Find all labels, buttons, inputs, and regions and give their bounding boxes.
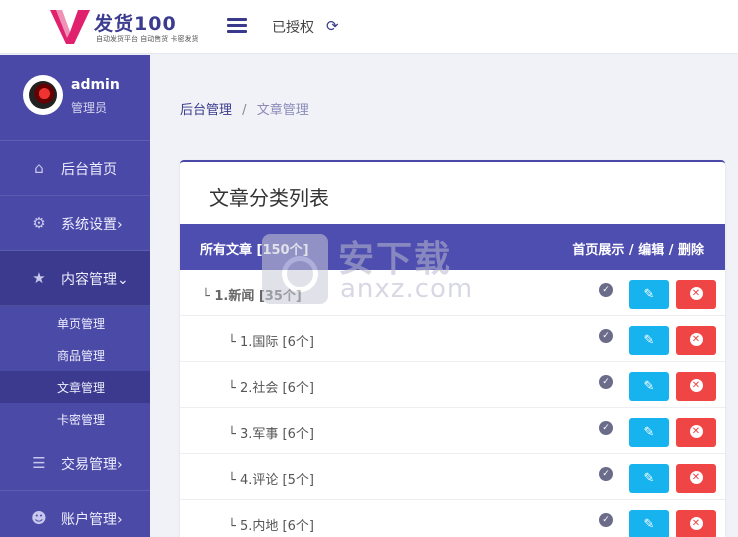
edit-button[interactable]: ✎ bbox=[629, 280, 669, 309]
category-label[interactable]: └ 3.军事 [6个] bbox=[228, 423, 314, 442]
logo-text: 发货100 bbox=[94, 13, 177, 35]
edit-button[interactable]: ✎ bbox=[629, 372, 669, 401]
refresh-icon[interactable]: ⟳ bbox=[326, 17, 339, 35]
delete-icon: ✕ bbox=[689, 287, 703, 300]
edit-button[interactable]: ✎ bbox=[629, 510, 669, 537]
header-all-articles[interactable]: 所有文章 [150个] bbox=[200, 239, 309, 258]
breadcrumb-current: 文章管理 bbox=[256, 103, 309, 118]
category-label[interactable]: └ 5.内地 [6个] bbox=[228, 515, 314, 534]
auth-status: 已授权 bbox=[272, 20, 314, 36]
breadcrumb-separator: / bbox=[242, 103, 247, 118]
table-row: └ 3.军事 [6个] ✓ ✎ ✕ bbox=[180, 408, 725, 454]
logo[interactable]: 发货100 自动发货平台 自动售货 卡密发货 bbox=[50, 8, 198, 46]
chevron-down-icon: ⌄ bbox=[117, 272, 129, 288]
category-label[interactable]: └ 1.国际 [6个] bbox=[228, 331, 314, 350]
chevron-right-icon: › bbox=[117, 512, 123, 528]
category-list-card: 文章分类列表 所有文章 [150个] 首页展示 / 编辑 / 删除 └ 1.新闻… bbox=[180, 160, 725, 537]
submenu-item-products[interactable]: 商品管理 bbox=[0, 339, 150, 371]
sidebar-item-label: 后台首页 bbox=[61, 162, 117, 178]
edit-button[interactable]: ✎ bbox=[629, 418, 669, 447]
homepage-check-icon[interactable]: ✓ bbox=[599, 283, 613, 297]
logo-mark-icon bbox=[50, 10, 90, 44]
edit-icon: ✎ bbox=[643, 333, 655, 348]
table-header: 所有文章 [150个] 首页展示 / 编辑 / 删除 bbox=[180, 224, 725, 270]
header-actions: 首页展示 / 编辑 / 删除 bbox=[572, 243, 704, 258]
users-icon: ☻ bbox=[31, 509, 47, 527]
category-label[interactable]: └ 4.评论 [5个] bbox=[228, 469, 314, 488]
table-row: └ 5.内地 [6个] ✓ ✎ ✕ bbox=[180, 500, 725, 537]
edit-button[interactable]: ✎ bbox=[629, 326, 669, 355]
homepage-check-icon[interactable]: ✓ bbox=[599, 329, 613, 343]
sidebar-item-accounts[interactable]: ☻ 账户管理› bbox=[0, 491, 150, 537]
page-title: 文章分类列表 bbox=[209, 186, 329, 210]
submenu-item-articles[interactable]: 文章管理 bbox=[0, 371, 150, 403]
delete-button[interactable]: ✕ bbox=[676, 326, 716, 355]
top-bar: 发货100 自动发货平台 自动售货 卡密发货 已授权 ⟳ bbox=[0, 0, 738, 54]
sidebar-item-label: 系统设置› bbox=[61, 217, 123, 233]
homepage-check-icon[interactable]: ✓ bbox=[599, 513, 613, 527]
edit-icon: ✎ bbox=[643, 471, 655, 486]
delete-icon: ✕ bbox=[689, 379, 703, 392]
sidebar: admin 管理员 ⌂ 后台首页 ⚙ 系统设置› ★ 内容管理⌄ 单页管理 商品… bbox=[0, 55, 150, 537]
breadcrumb: 后台管理 / 文章管理 bbox=[180, 99, 309, 118]
table-row: └ 4.评论 [5个] ✓ ✎ ✕ bbox=[180, 454, 725, 500]
delete-icon: ✕ bbox=[689, 333, 703, 346]
edit-icon: ✎ bbox=[643, 287, 655, 302]
category-label[interactable]: └ 1.新闻 [35个] bbox=[202, 285, 302, 304]
sidebar-item-content[interactable]: ★ 内容管理⌄ bbox=[0, 251, 150, 306]
user-name: admin bbox=[71, 77, 120, 93]
category-label[interactable]: └ 2.社会 [6个] bbox=[228, 377, 314, 396]
delete-button[interactable]: ✕ bbox=[676, 418, 716, 447]
edit-icon: ✎ bbox=[643, 517, 655, 532]
delete-button[interactable]: ✕ bbox=[676, 464, 716, 493]
user-role: 管理员 bbox=[71, 101, 108, 115]
delete-button[interactable]: ✕ bbox=[676, 510, 716, 537]
edit-icon: ✎ bbox=[643, 379, 655, 394]
table-row: └ 1.新闻 [35个] ✓ ✎ ✕ bbox=[180, 270, 725, 316]
user-panel: admin 管理员 bbox=[0, 55, 150, 141]
sidebar-item-trades[interactable]: ☰ 交易管理› bbox=[0, 436, 150, 491]
sidebar-item-label: 内容管理⌄ bbox=[61, 272, 129, 288]
homepage-check-icon[interactable]: ✓ bbox=[599, 421, 613, 435]
hamburger-icon bbox=[227, 18, 247, 21]
delete-icon: ✕ bbox=[689, 471, 703, 484]
home-icon: ⌂ bbox=[34, 159, 44, 177]
delete-button[interactable]: ✕ bbox=[676, 372, 716, 401]
chevron-right-icon: › bbox=[117, 217, 123, 233]
logo-tagline: 自动发货平台 自动售货 卡密发货 bbox=[96, 35, 199, 43]
table-row: └ 1.国际 [6个] ✓ ✎ ✕ bbox=[180, 316, 725, 362]
delete-icon: ✕ bbox=[689, 517, 703, 530]
submenu-item-pages[interactable]: 单页管理 bbox=[0, 307, 150, 339]
breadcrumb-parent[interactable]: 后台管理 bbox=[180, 103, 232, 118]
sidebar-item-home[interactable]: ⌂ 后台首页 bbox=[0, 141, 150, 196]
edit-icon: ✎ bbox=[643, 425, 655, 440]
menu-toggle-button[interactable] bbox=[226, 15, 248, 37]
star-icon: ★ bbox=[32, 269, 46, 287]
sidebar-item-settings[interactable]: ⚙ 系统设置› bbox=[0, 196, 150, 251]
homepage-check-icon[interactable]: ✓ bbox=[599, 467, 613, 481]
sidebar-item-label: 交易管理› bbox=[61, 457, 123, 473]
chevron-right-icon: › bbox=[117, 457, 123, 473]
submenu-item-cards[interactable]: 卡密管理 bbox=[0, 403, 150, 435]
list-icon: ☰ bbox=[32, 454, 46, 472]
table-row: └ 2.社会 [6个] ✓ ✎ ✕ bbox=[180, 362, 725, 408]
edit-button[interactable]: ✎ bbox=[629, 464, 669, 493]
homepage-check-icon[interactable]: ✓ bbox=[599, 375, 613, 389]
gear-icon: ⚙ bbox=[32, 214, 46, 232]
delete-icon: ✕ bbox=[689, 425, 703, 438]
avatar[interactable] bbox=[23, 75, 63, 115]
delete-button[interactable]: ✕ bbox=[676, 280, 716, 309]
sidebar-item-label: 账户管理› bbox=[61, 512, 123, 528]
